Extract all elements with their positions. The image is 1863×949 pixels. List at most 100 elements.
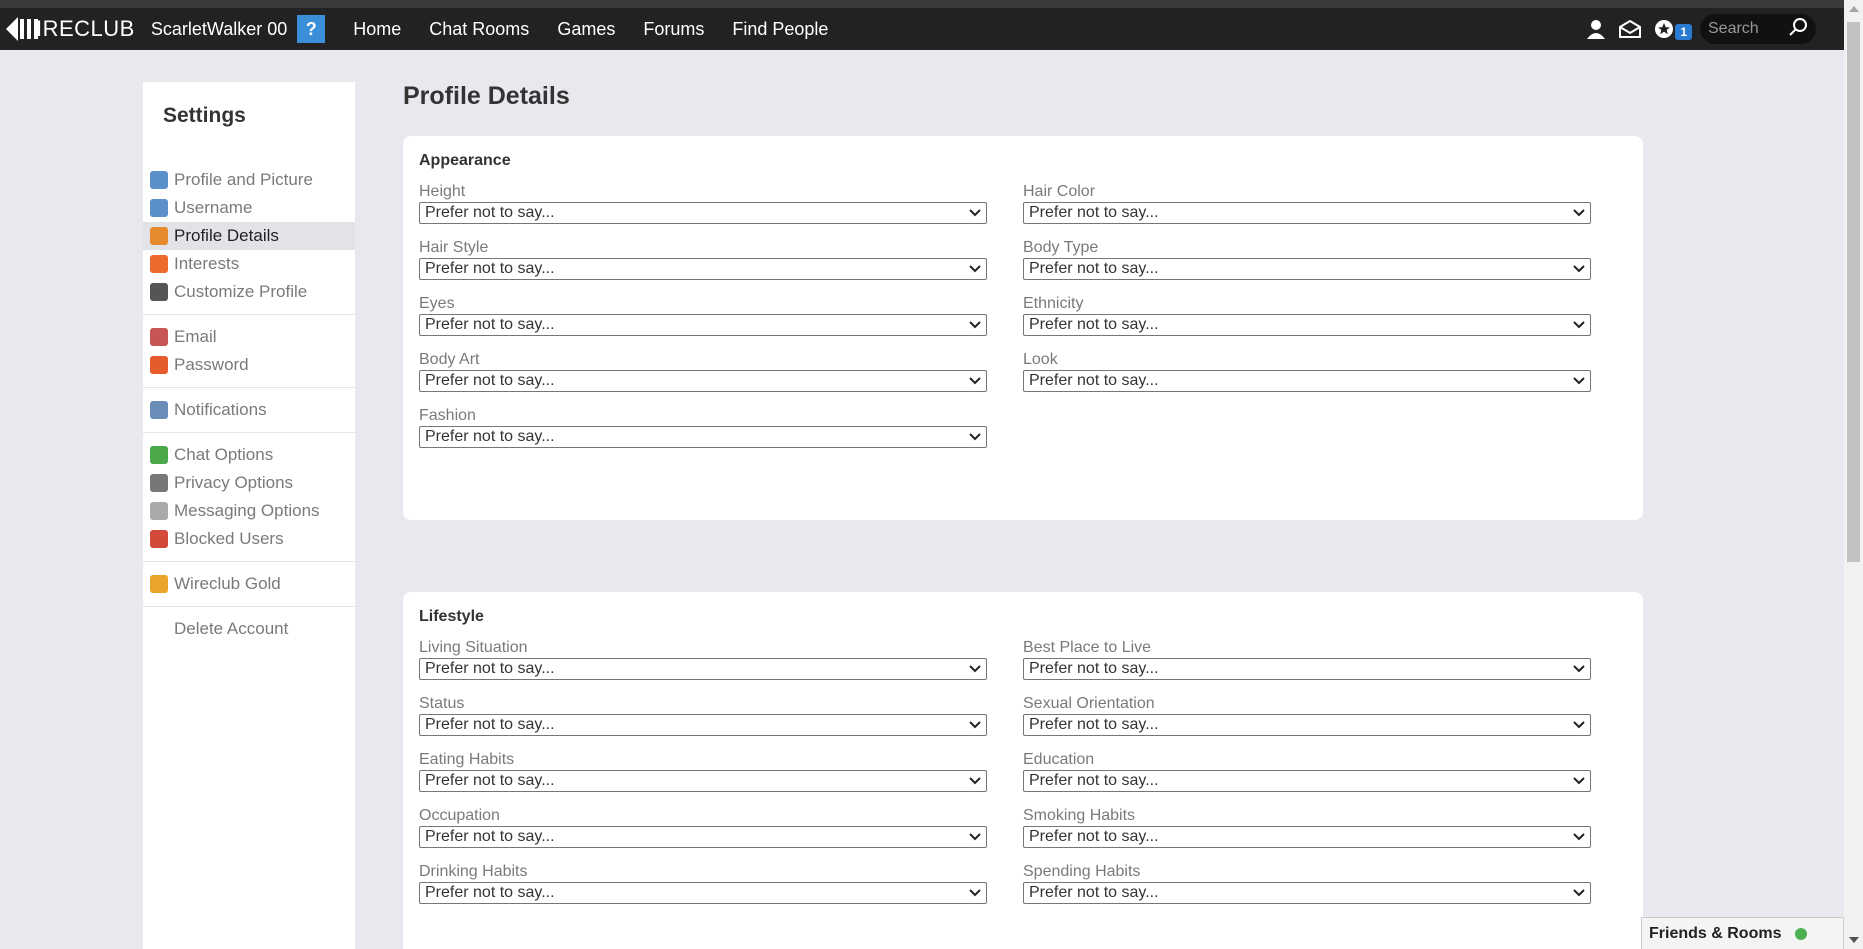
field-label: Eyes (419, 295, 455, 312)
sidebar-item-notifications[interactable]: Notifications (143, 396, 355, 424)
sidebar-item-label: Customize Profile (174, 282, 308, 301)
sidebar-item-label: Chat Options (174, 445, 274, 464)
sidebar-item-profile-and-picture[interactable]: Profile and Picture (143, 166, 355, 194)
height-select[interactable]: Prefer not to say... (419, 202, 987, 224)
chevron-down-icon (969, 372, 981, 390)
sidebar-item-blocked-users[interactable]: Blocked Users (143, 525, 355, 553)
drinking-habits-select[interactable]: Prefer not to say... (419, 882, 987, 904)
privacy-icon (150, 474, 168, 492)
email-icon (150, 328, 168, 346)
scroll-up-arrow[interactable] (1849, 6, 1859, 12)
sidebar-item-interests[interactable]: Interests (143, 250, 355, 278)
sidebar-item-label: Wireclub Gold (174, 574, 281, 593)
sidebar-item-privacy-options[interactable]: Privacy Options (143, 469, 355, 497)
fashion-select[interactable]: Prefer not to say... (419, 426, 987, 448)
help-button[interactable]: ? (297, 15, 326, 43)
field-label: Hair Color (1023, 183, 1096, 200)
field-label: Status (419, 695, 465, 712)
chevron-down-icon (1573, 204, 1585, 222)
sidebar-item-chat-options[interactable]: Chat Options (143, 441, 355, 469)
status-select[interactable]: Prefer not to say... (419, 714, 987, 736)
sexual-orientation-select[interactable]: Prefer not to say... (1023, 714, 1591, 736)
blocked-icon (150, 530, 168, 548)
field-label: Education (1023, 751, 1095, 768)
field-fashion: Fashion Prefer not to say... (419, 406, 987, 448)
chevron-down-icon (969, 884, 981, 902)
sidebar-item-delete-account[interactable]: Delete Account (143, 615, 355, 643)
sidebar-item-email[interactable]: Email (143, 323, 355, 351)
sidebar-item-username[interactable]: Username (143, 194, 355, 222)
notification-badge[interactable]: 1 (1675, 24, 1692, 40)
nav-find-people[interactable]: Find People (718, 19, 842, 40)
select-value: Prefer not to say... (425, 828, 555, 845)
search-input[interactable] (1708, 20, 1788, 38)
search-icon[interactable] (1788, 17, 1808, 42)
nav-chat-rooms[interactable]: Chat Rooms (415, 19, 543, 40)
scroll-thumb[interactable] (1847, 22, 1860, 562)
ethnicity-select[interactable]: Prefer not to say... (1023, 314, 1591, 336)
select-value: Prefer not to say... (425, 660, 555, 677)
field-body-art: Body Art Prefer not to say... (419, 350, 987, 392)
friends-rooms-bar[interactable]: Friends & Rooms (1641, 917, 1844, 949)
sidebar-item-label: Delete Account (174, 619, 289, 638)
eating-habits-select[interactable]: Prefer not to say... (419, 770, 987, 792)
chevron-down-icon (1573, 316, 1585, 334)
chevron-down-icon (969, 204, 981, 222)
field-living-situation: Living Situation Prefer not to say... (419, 638, 987, 680)
hair-color-select[interactable]: Prefer not to say... (1023, 202, 1591, 224)
occupation-select[interactable]: Prefer not to say... (419, 826, 987, 848)
select-value: Prefer not to say... (1029, 260, 1159, 277)
education-select[interactable]: Prefer not to say... (1023, 770, 1591, 792)
sidebar-item-label: Profile Details (174, 226, 279, 245)
field-label: Ethnicity (1023, 295, 1084, 312)
select-value: Prefer not to say... (1029, 716, 1159, 733)
person-icon[interactable] (1579, 12, 1613, 46)
sidebar-group: Delete Account (143, 607, 355, 651)
sidebar-item-wireclub-gold[interactable]: Wireclub Gold (143, 570, 355, 598)
sidebar-group: Email Password (143, 315, 355, 388)
smoking-habits-select[interactable]: Prefer not to say... (1023, 826, 1591, 848)
select-value: Prefer not to say... (425, 772, 555, 789)
nav-forums[interactable]: Forums (629, 19, 718, 40)
hair-style-select[interactable]: Prefer not to say... (419, 258, 987, 280)
page-scrollbar[interactable] (1844, 0, 1863, 949)
living-situation-select[interactable]: Prefer not to say... (419, 658, 987, 680)
wireclub-logo[interactable]: IRECLUB (0, 8, 135, 50)
profile-picture-icon (150, 171, 168, 189)
sidebar-item-customize-profile[interactable]: Customize Profile (143, 278, 355, 306)
field-label: Drinking Habits (419, 863, 528, 880)
nav-games[interactable]: Games (543, 19, 629, 40)
sidebar-item-messaging-options[interactable]: Messaging Options (143, 497, 355, 525)
mail-icon[interactable] (1613, 12, 1647, 46)
lifestyle-section: Lifestyle Living Situation Prefer not to … (403, 592, 1643, 949)
sidebar-group: Wireclub Gold (143, 562, 355, 607)
nav-home[interactable]: Home (339, 19, 415, 40)
select-value: Prefer not to say... (425, 204, 555, 221)
field-status: Status Prefer not to say... (419, 694, 987, 736)
scroll-down-arrow[interactable] (1849, 937, 1859, 943)
username-label[interactable]: ScarletWalker 00 (151, 19, 287, 40)
sidebar-item-label: Notifications (174, 400, 267, 419)
sidebar-item-password[interactable]: Password (143, 351, 355, 379)
body-art-select[interactable]: Prefer not to say... (419, 370, 987, 392)
best-place-to-live-select[interactable]: Prefer not to say... (1023, 658, 1591, 680)
sidebar-item-label: Username (174, 198, 253, 217)
select-value: Prefer not to say... (1029, 372, 1159, 389)
field-label: Occupation (419, 807, 500, 824)
body-type-select[interactable]: Prefer not to say... (1023, 258, 1591, 280)
field-eyes: Eyes Prefer not to say... (419, 294, 987, 336)
field-drinking-habits: Drinking Habits Prefer not to say... (419, 862, 987, 904)
chevron-down-icon (969, 828, 981, 846)
sidebar-item-profile-details[interactable]: Profile Details (143, 222, 355, 250)
sidebar-item-label: Password (174, 355, 249, 374)
eyes-select[interactable]: Prefer not to say... (419, 314, 987, 336)
section-title: Appearance (419, 152, 511, 169)
spending-habits-select[interactable]: Prefer not to say... (1023, 882, 1591, 904)
field-label: Spending Habits (1023, 863, 1141, 880)
chevron-down-icon (1573, 372, 1585, 390)
look-select[interactable]: Prefer not to say... (1023, 370, 1591, 392)
sidebar-group: Profile and Picture Username Profile Detai… (143, 158, 355, 315)
chevron-down-icon (969, 428, 981, 446)
select-value: Prefer not to say... (1029, 316, 1159, 333)
user-icon (150, 199, 168, 217)
